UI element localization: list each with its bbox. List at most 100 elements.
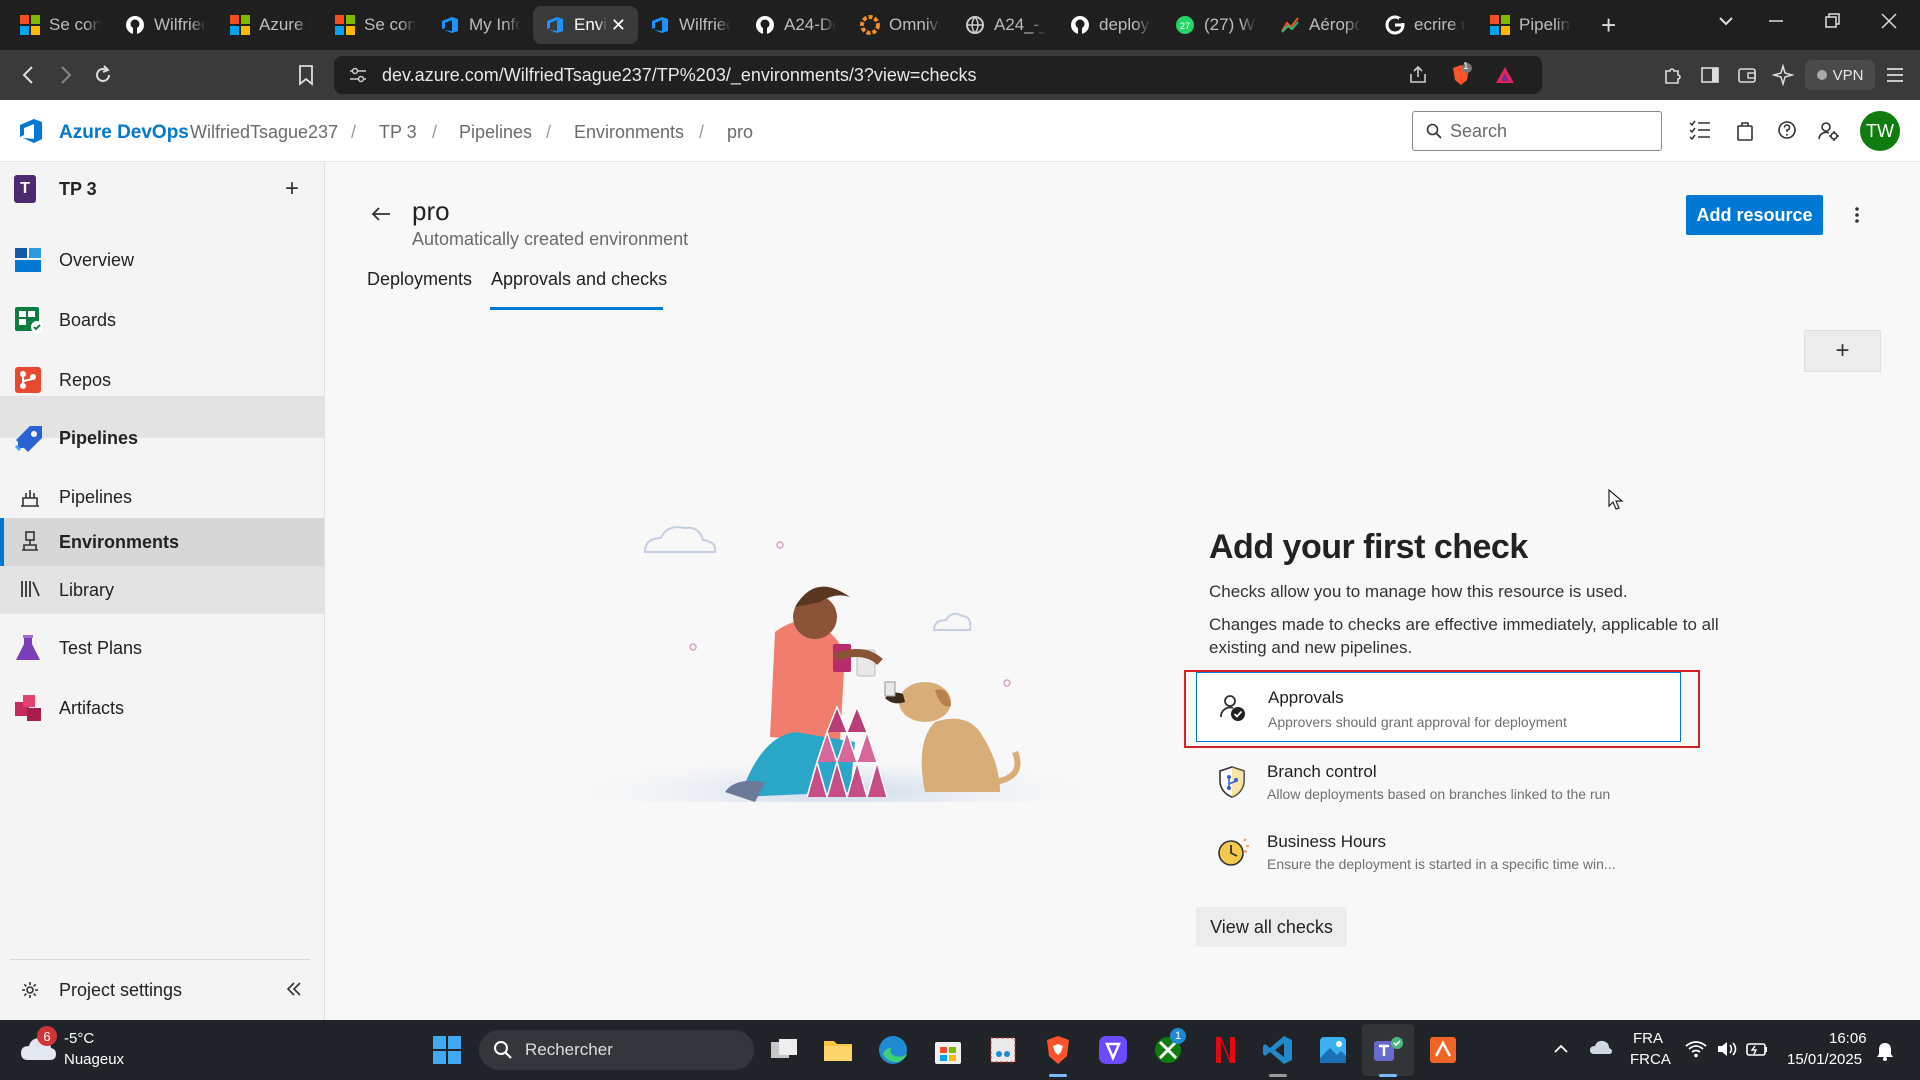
snipping-tool-icon[interactable] xyxy=(987,1034,1019,1066)
work-items-icon[interactable] xyxy=(1689,120,1711,140)
azure-devops-logo-icon[interactable] xyxy=(17,117,45,145)
clock-time[interactable]: 16:06 xyxy=(1829,1030,1867,1047)
sidebar-item-repos[interactable]: Repos xyxy=(0,358,324,402)
view-all-checks-button[interactable]: View all checks xyxy=(1196,907,1347,947)
browser-tab[interactable]: WilfriedTsague xyxy=(638,6,743,44)
show-hidden-icons-chevron[interactable] xyxy=(1553,1042,1569,1054)
proton-vpn-icon[interactable] xyxy=(1097,1034,1129,1066)
extensions-icon[interactable] xyxy=(1662,64,1684,86)
sidebar-item-test-plans[interactable]: Test Plans xyxy=(0,626,324,670)
task-view-icon[interactable] xyxy=(768,1034,800,1066)
brand-name[interactable]: Azure DevOps xyxy=(59,122,189,144)
back-arrow-icon[interactable] xyxy=(371,206,391,222)
sidebar-item-overview[interactable]: Overview xyxy=(0,238,324,282)
browser-tab[interactable]: Omnivox xyxy=(848,6,953,44)
browser-tab[interactable]: 27 (27) WhatsApp xyxy=(1163,6,1268,44)
breadcrumb-current[interactable]: pro xyxy=(727,122,753,143)
project-settings-button[interactable]: Project settings xyxy=(0,968,324,1012)
close-window-icon[interactable] xyxy=(1880,12,1898,30)
avatar[interactable]: TW xyxy=(1860,111,1900,151)
overview-icon xyxy=(14,247,42,273)
brave-browser-icon[interactable] xyxy=(1042,1034,1074,1066)
collapse-icon[interactable] xyxy=(285,980,303,998)
browser-tab[interactable]: A24_-_DevOps xyxy=(953,6,1058,44)
sidebar-item-artifacts[interactable]: Artifacts xyxy=(0,686,324,730)
netflix-icon[interactable] xyxy=(1207,1034,1239,1066)
forward-icon[interactable] xyxy=(54,64,76,86)
browser-tab[interactable]: Se connecter xyxy=(323,6,428,44)
restore-icon[interactable] xyxy=(1824,12,1842,30)
reload-icon[interactable] xyxy=(92,64,114,86)
add-icon[interactable]: + xyxy=(285,175,299,203)
bookmark-icon[interactable] xyxy=(296,64,316,86)
edge-icon[interactable] xyxy=(877,1034,909,1066)
add-check-button[interactable]: + xyxy=(1804,330,1881,372)
new-tab-button[interactable]: + xyxy=(1601,10,1616,41)
leo-ai-icon[interactable] xyxy=(1772,64,1794,86)
browser-tab[interactable]: My Information xyxy=(428,6,533,44)
vscode-icon[interactable] xyxy=(1262,1034,1294,1066)
minimize-icon[interactable] xyxy=(1767,12,1785,30)
tab-approvals-and-checks[interactable]: Approvals and checks xyxy=(491,269,667,290)
battery-icon[interactable] xyxy=(1746,1040,1768,1058)
sidebar-subitem-environments[interactable]: Environments xyxy=(0,518,324,566)
file-explorer-icon[interactable] xyxy=(822,1034,854,1066)
search-input[interactable] xyxy=(1450,120,1650,142)
wifi-icon[interactable] xyxy=(1685,1040,1707,1058)
back-icon[interactable] xyxy=(18,64,40,86)
weather-temp: -5°C xyxy=(64,1030,95,1047)
reader-app-icon[interactable] xyxy=(1427,1034,1459,1066)
browser-tab[interactable]: ecrire une xyxy=(1373,6,1478,44)
menu-icon[interactable] xyxy=(1884,64,1906,86)
sidebar-item-label: Environments xyxy=(59,531,180,552)
browser-tab[interactable]: Se connecter xyxy=(8,6,113,44)
sidebar-subitem-library[interactable]: Library xyxy=(0,566,324,614)
marketplace-icon[interactable] xyxy=(1736,120,1754,142)
volume-icon[interactable] xyxy=(1716,1040,1738,1058)
vpn-button[interactable]: VPN xyxy=(1805,60,1875,90)
site-info-icon[interactable] xyxy=(348,66,368,84)
more-options-icon[interactable] xyxy=(1854,206,1860,224)
sidebar-item-boards[interactable]: Boards xyxy=(0,298,324,342)
browser-tab[interactable]: Azure DevOps xyxy=(218,6,323,44)
browser-tab[interactable]: Pipelines xyxy=(1478,6,1583,44)
sidebar-item-pipelines[interactable]: Pipelines xyxy=(0,414,324,462)
help-icon[interactable] xyxy=(1777,120,1797,140)
browser-tab[interactable]: Aéroport xyxy=(1268,6,1373,44)
search-box[interactable] xyxy=(1412,111,1662,151)
breadcrumb-project[interactable]: TP 3 xyxy=(379,122,417,143)
address-bar[interactable]: dev.azure.com/WilfriedTsague237/TP%203/_… xyxy=(334,56,1542,94)
breadcrumb-environments[interactable]: Environments xyxy=(574,122,684,143)
project-header[interactable]: T TP 3 + xyxy=(0,162,324,216)
tab-title: A24-DevOps xyxy=(784,15,836,34)
tab-search-chevron-icon[interactable] xyxy=(1717,12,1735,30)
sidebar-subitem-pipelines[interactable]: Pipelines xyxy=(0,476,324,518)
onedrive-icon[interactable] xyxy=(1589,1038,1613,1058)
keyboard-layout[interactable]: FRCA xyxy=(1630,1051,1671,1068)
browser-tab[interactable]: WilfriedTsague xyxy=(113,6,218,44)
language-code[interactable]: FRA xyxy=(1633,1030,1663,1047)
tab-deployments[interactable]: Deployments xyxy=(367,269,472,290)
breadcrumb-pipelines[interactable]: Pipelines xyxy=(459,122,532,143)
add-resource-button[interactable]: Add resource xyxy=(1686,195,1823,235)
notification-bell-icon[interactable] xyxy=(1876,1041,1894,1061)
sidebar-icon[interactable] xyxy=(1699,64,1721,86)
user-settings-icon[interactable] xyxy=(1818,120,1840,142)
share-icon[interactable] xyxy=(1408,65,1428,85)
taskbar-search[interactable]: Rechercher xyxy=(479,1030,754,1070)
breadcrumb-organization[interactable]: WilfriedTsague237 xyxy=(190,122,338,143)
windows-start-icon[interactable] xyxy=(433,1036,461,1064)
browser-tab[interactable]: A24-DevOps xyxy=(743,6,848,44)
github-icon xyxy=(1070,15,1090,35)
clock-date[interactable]: 15/01/2025 xyxy=(1787,1051,1862,1068)
close-icon[interactable]: ✕ xyxy=(611,15,626,36)
photos-icon[interactable] xyxy=(1317,1034,1349,1066)
browser-tab[interactable]: deploy xyxy=(1058,6,1163,44)
check-option-branch-control[interactable]: Branch control Allow deployments based o… xyxy=(1196,754,1681,814)
wallet-icon[interactable] xyxy=(1736,64,1758,86)
check-option-business-hours[interactable]: Business Hours Ensure the deployment is … xyxy=(1196,824,1681,884)
brave-rewards-icon[interactable] xyxy=(1494,65,1516,85)
browser-tab-active[interactable]: Environments ✕ xyxy=(533,6,638,44)
store-icon[interactable] xyxy=(932,1034,964,1066)
github-icon xyxy=(755,15,775,35)
